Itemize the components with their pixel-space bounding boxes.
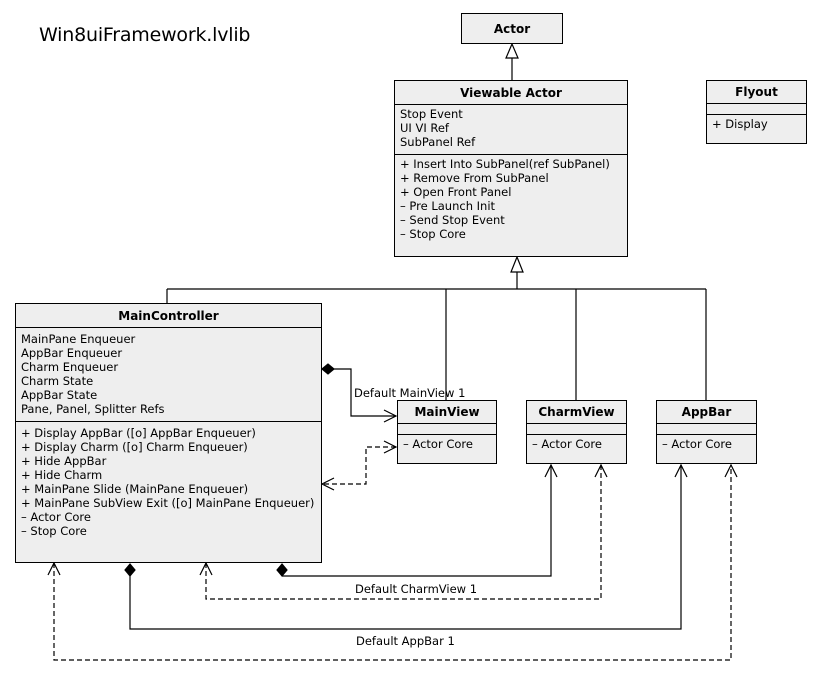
class-name: Actor bbox=[493, 21, 531, 36]
generalization-arrowhead bbox=[505, 42, 519, 59]
class-name: MainController bbox=[16, 304, 321, 328]
operations-section: – Actor Core bbox=[657, 435, 756, 453]
composition-diamond bbox=[124, 563, 136, 577]
operation: + Remove From SubPanel bbox=[400, 171, 549, 185]
operation: + Open Front Panel bbox=[400, 185, 512, 199]
generalization-arrowhead bbox=[510, 255, 524, 273]
class-name: Flyout bbox=[707, 81, 806, 104]
operations-section: – Actor Core bbox=[398, 435, 496, 453]
operation: – Stop Core bbox=[21, 524, 87, 538]
label-default-appbar: Default AppBar 1 bbox=[356, 634, 455, 648]
operation: + Insert Into SubPanel(ref SubPanel) bbox=[400, 157, 610, 171]
class-mainview[interactable]: MainView – Actor Core bbox=[397, 400, 497, 464]
attributes-section bbox=[657, 424, 756, 435]
attributes-section bbox=[707, 104, 806, 115]
attribute: Charm Enqueuer bbox=[21, 360, 119, 374]
operations-section: + Display bbox=[707, 115, 806, 133]
operation: – Actor Core bbox=[662, 437, 732, 451]
class-charmview[interactable]: CharmView – Actor Core bbox=[526, 400, 627, 464]
operation: + Display AppBar ([o] AppBar Enqueuer) bbox=[21, 426, 256, 440]
class-maincontroller[interactable]: MainController MainPane Enqueuer AppBar … bbox=[15, 303, 322, 563]
attributes-section bbox=[527, 424, 626, 435]
operation: + Display Charm ([o] Charm Enqueuer) bbox=[21, 440, 248, 454]
operation: – Pre Launch Init bbox=[400, 199, 496, 213]
class-name: MainView bbox=[398, 401, 496, 424]
attribute: MainPane Enqueuer bbox=[21, 332, 136, 346]
operation: – Actor Core bbox=[403, 437, 473, 451]
operation: – Stop Core bbox=[400, 227, 466, 241]
operation: + Hide AppBar bbox=[21, 454, 107, 468]
operation: + Hide Charm bbox=[21, 468, 103, 482]
attribute: UI VI Ref bbox=[400, 121, 449, 135]
class-viewable-actor[interactable]: Viewable Actor Stop Event UI VI Ref SubP… bbox=[394, 80, 628, 257]
operation: – Actor Core bbox=[532, 437, 602, 451]
class-name: AppBar bbox=[657, 401, 756, 424]
attributes-section bbox=[398, 424, 496, 435]
composition-charmview bbox=[282, 465, 552, 577]
attribute: AppBar State bbox=[21, 388, 98, 402]
composition-diamond bbox=[321, 363, 335, 375]
attribute: Charm State bbox=[21, 374, 94, 388]
attribute: AppBar Enqueuer bbox=[21, 346, 123, 360]
operation: + MainPane SubView Exit ([o] MainPane En… bbox=[21, 496, 315, 510]
operations-section: + Display AppBar ([o] AppBar Enqueuer) +… bbox=[16, 422, 321, 540]
class-name: CharmView bbox=[527, 401, 626, 424]
operations-section: – Actor Core bbox=[527, 435, 626, 453]
class-flyout[interactable]: Flyout + Display bbox=[706, 80, 807, 144]
attributes-section: MainPane Enqueuer AppBar Enqueuer Charm … bbox=[16, 328, 321, 422]
attribute: Pane, Panel, Splitter Refs bbox=[21, 402, 165, 416]
class-name: Viewable Actor bbox=[395, 81, 627, 105]
label-default-mainview: Default MainView 1 bbox=[354, 386, 466, 400]
attributes-section: Stop Event UI VI Ref SubPanel Ref bbox=[395, 105, 627, 155]
attribute: SubPanel Ref bbox=[400, 135, 476, 149]
class-appbar[interactable]: AppBar – Actor Core bbox=[656, 400, 757, 464]
operation: + MainPane Slide (MainPane Enqueuer) bbox=[21, 482, 249, 496]
attribute: Stop Event bbox=[400, 107, 463, 121]
operation: + Display bbox=[712, 117, 768, 131]
operation: – Actor Core bbox=[21, 510, 91, 524]
class-actor[interactable]: Actor bbox=[461, 13, 563, 44]
operation: – Send Stop Event bbox=[400, 213, 505, 227]
label-default-charmview: Default CharmView 1 bbox=[355, 582, 478, 596]
composition-diamond bbox=[276, 563, 288, 577]
operations-section: + Insert Into SubPanel(ref SubPanel) + R… bbox=[395, 155, 627, 243]
